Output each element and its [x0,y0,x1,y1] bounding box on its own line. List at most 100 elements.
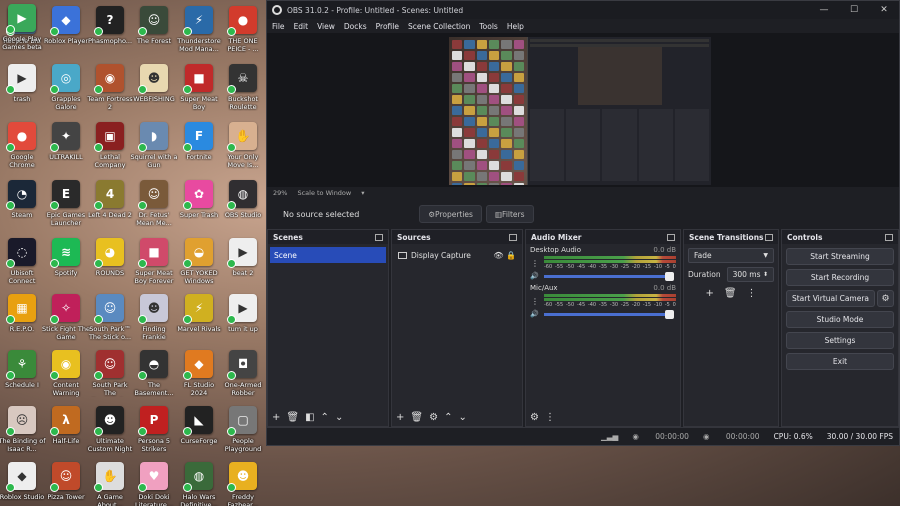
speaker-icon[interactable]: 🔊 [530,310,540,318]
duration-input[interactable]: 300 ms ⬍ [726,267,774,282]
maximize-button[interactable]: ☐ [839,5,869,15]
desktop-icon[interactable]: ◆ Roblox Studio [0,458,44,506]
menu-scene-collection[interactable]: Scene Collection [408,22,470,31]
desktop-icon[interactable]: ✧ Stick Fight The Game [42,290,90,348]
desktop-icon[interactable]: ▶ trash [0,60,44,118]
properties-button[interactable]: ⚙ Properties [419,205,482,223]
chevron-down-icon[interactable]: ▾ [361,189,364,197]
virtual-camera-settings-gear-icon[interactable]: ⚙ [877,290,894,307]
move-up-button[interactable]: ⌃ [444,412,452,423]
undock-icon[interactable] [509,233,517,241]
desktop-icon[interactable]: ☺South Park The Fractured... [88,346,132,404]
desktop-icon[interactable]: ▣ Lethal Company [88,118,132,176]
desktop-icon[interactable]: ◉ Content Warning [44,346,88,404]
desktop-icon[interactable]: P Persona 5 Strikers [132,402,176,460]
add-source-button[interactable]: + [396,412,404,423]
move-down-button[interactable]: ⌄ [335,412,343,423]
start-recording-button[interactable]: Start Recording [786,269,894,286]
desktop-icon[interactable]: ☺ Pizza Tower [44,458,88,506]
desktop-icon[interactable]: ⚡ Marvel Rivals [177,290,221,348]
menu-profile[interactable]: Profile [376,22,399,31]
undock-icon[interactable] [885,233,893,241]
desktop-icon[interactable]: ≋ Spotify [44,234,88,292]
desktop-icon[interactable]: ◌ Ubisoft Connect [0,234,44,292]
desktop-icon[interactable]: ✿ Super Trash [177,176,221,234]
move-up-button[interactable]: ⌃ [321,412,329,423]
desktop-icon[interactable]: F Fortnite [177,118,221,176]
menu-file[interactable]: File [272,22,285,31]
move-down-button[interactable]: ⌄ [458,412,466,423]
desktop-icon[interactable]: ◆ Roblox Player [44,2,88,60]
desktop-icon[interactable]: ⚡ Thunderstore Mod Mana... [177,2,221,60]
transition-select[interactable]: Fade ▼ [688,248,774,263]
volume-slider-handle[interactable] [665,309,674,319]
desktop-icon[interactable]: ☹ The Binding of Isaac R... [0,402,46,460]
remove-source-button[interactable]: 🗑 [410,412,423,423]
desktop-icon[interactable]: ⚘ Schedule I [0,346,44,404]
desktop-icon[interactable]: ☻ Ultimate Custom Night [88,402,132,460]
desktop-icon[interactable]: ◕ ROUNDS [88,234,132,292]
menu-help[interactable]: Help [507,22,524,31]
desktop-icon[interactable]: ◔ Steam [0,176,44,234]
desktop-icon[interactable]: ✋ A Game About... [88,458,132,506]
source-item[interactable]: Display Capture 👁 🔒 [394,247,520,263]
mixer-settings-button[interactable]: ⚙ [530,412,539,423]
desktop-icon[interactable]: ✋ Your Only Move Is... [221,118,265,176]
desktop-icon[interactable]: ◍ OBS Studio [221,176,265,234]
desktop-icon[interactable]: ● THE ONE PEICE - ... [221,2,265,60]
scene-filters-button[interactable]: ◧ [305,412,314,423]
preview-area[interactable] [267,33,899,187]
add-scene-button[interactable]: + [272,412,280,423]
desktop-icon[interactable]: ☺ Dr. Fetus' Mean Me... [132,176,176,234]
undock-icon[interactable] [667,233,675,241]
desktop-icon[interactable]: ● Google Chrome [0,118,44,176]
close-button[interactable]: ✕ [869,5,899,15]
desktop-icon[interactable]: ◘ One-Armed Robber [221,346,265,404]
filters-button[interactable]: ▥ Filters [485,205,534,223]
start-virtual-camera-button[interactable]: Start Virtual Camera [786,290,875,307]
eye-icon[interactable]: 👁 🔒 [493,251,516,260]
undock-icon[interactable] [765,233,773,241]
desktop-icon[interactable]: ☠ Buckshot Roulette [221,60,265,118]
desktop-icon[interactable]: ☻ Freddy Fazbear... [221,458,265,506]
undock-icon[interactable] [375,233,383,241]
desktop-icon[interactable]: ◓ The Basement... [132,346,176,404]
desktop-icon[interactable]: ▶ tum it up [221,290,265,348]
menu-tools[interactable]: Tools [479,22,497,31]
desktop-icon[interactable]: ◆ FL Studio 2024 [177,346,221,404]
volume-slider-handle[interactable] [665,271,674,281]
desktop-icon[interactable]: E Epic Games Launcher [44,176,88,234]
desktop-icon[interactable]: ▦ R.E.P.O. [0,290,44,348]
volume-slider[interactable] [544,271,674,281]
desktop-icon[interactable]: ♥ Doki Doki Literature... [132,458,176,506]
desktop-icon[interactable]: ◉ Team Fortress 2 [87,60,133,118]
menu-edit[interactable]: Edit [294,22,309,31]
start-streaming-button[interactable]: Start Streaming [786,248,894,265]
desktop-icon[interactable]: ■ Super Meat Boy Forever [132,234,176,292]
desktop-icon[interactable]: ▶ beat 2 [221,234,265,292]
desktop-icon[interactable]: ☻ Finding Frankie [132,290,176,348]
settings-button[interactable]: Settings [786,332,894,349]
transition-menu-button[interactable]: ⋮ [747,288,757,299]
desktop-icon[interactable]: ◣ CurseForge [177,402,221,460]
desktop-icon[interactable]: ▢ People Playground [221,402,265,460]
volume-slider[interactable] [544,309,674,319]
desktop-icon[interactable]: 4 Left 4 Dead 2 [88,176,132,234]
desktop-icon[interactable]: λ Half-Life [44,402,88,460]
desktop-icon[interactable]: ■ Super Meat Boy [177,60,221,118]
remove-scene-button[interactable]: 🗑 [286,412,299,423]
scene-item[interactable]: Scene [270,247,386,263]
desktop-icon[interactable]: ◗ Squirrel with a Gun [131,118,177,176]
add-transition-button[interactable]: + [705,288,713,299]
studio-mode-button[interactable]: Studio Mode [786,311,894,328]
desktop-icon[interactable]: ? Phasmopho... [88,2,132,60]
desktop-icon[interactable]: ☺ The Forest [132,2,176,60]
exit-button[interactable]: Exit [786,353,894,370]
desktop-icon[interactable]: ☻ WEBFISHING [132,60,176,118]
channel-menu-button[interactable]: ⋮ [530,297,540,306]
desktop-icon[interactable]: ◍ Halo Wars Definitive... [177,458,221,506]
mixer-menu-button[interactable]: ⋮ [545,412,555,423]
channel-menu-button[interactable]: ⋮ [530,259,540,268]
desktop-icon[interactable]: ▶ Google Play Games beta [0,0,44,58]
desktop-icon[interactable]: ◎ Grapples Galore [44,60,88,118]
